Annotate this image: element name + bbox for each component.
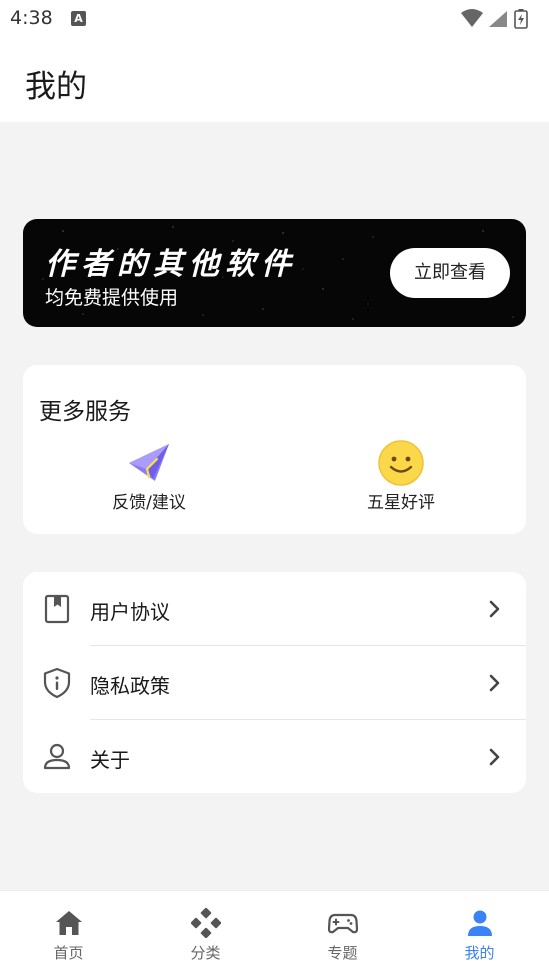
app-header: 我的 <box>0 38 549 122</box>
nav-topics[interactable]: 专题 <box>274 891 411 976</box>
user-icon <box>43 743 71 770</box>
other-apps-banner[interactable]: 作者的其他软件 均免费提供使用 立即查看 <box>23 219 526 327</box>
nav-home[interactable]: 首页 <box>0 891 137 976</box>
smiley-icon <box>378 440 424 486</box>
privacy-policy-label: 隐私政策 <box>90 674 170 698</box>
nav-mine-label: 我的 <box>464 944 495 962</box>
user-agreement-label: 用户协议 <box>90 600 170 624</box>
feedback-label: 反馈/建议 <box>112 493 186 513</box>
wifi-icon <box>461 9 483 27</box>
more-services-card: 更多服务 反馈/建议 五星好评 <box>23 365 526 534</box>
view-now-button[interactable]: 立即查看 <box>390 248 510 298</box>
battery-charging-icon <box>514 9 528 29</box>
five-star-rating-label: 五星好评 <box>367 493 435 513</box>
about-label: 关于 <box>90 748 130 772</box>
bookmark-icon <box>44 594 70 624</box>
banner-subtitle: 均免费提供使用 <box>45 287 179 309</box>
status-bar: 4:38 A <box>0 0 549 38</box>
nav-mine[interactable]: 我的 <box>411 891 548 976</box>
services-title: 更多服务 <box>39 399 131 425</box>
banner-title: 作者的其他软件 <box>45 247 297 282</box>
bottom-navigation: 首页 分类 专题 我的 <box>0 890 549 976</box>
five-star-rating-service[interactable]: 五星好评 <box>321 439 481 515</box>
nav-home-label: 首页 <box>53 944 84 962</box>
chevron-right-icon <box>489 600 500 618</box>
feedback-service[interactable]: 反馈/建议 <box>69 439 229 515</box>
nav-topics-label: 专题 <box>327 944 358 962</box>
user-agreement-row[interactable]: 用户协议 <box>23 572 526 646</box>
privacy-policy-row[interactable]: 隐私政策 <box>23 646 526 720</box>
nav-category[interactable]: 分类 <box>137 891 274 976</box>
paper-plane-icon <box>129 444 169 481</box>
about-row[interactable]: 关于 <box>23 720 526 793</box>
chevron-right-icon <box>489 674 500 692</box>
chevron-right-icon <box>489 748 500 766</box>
settings-list-card: 用户协议 隐私政策 关于 <box>23 572 526 793</box>
category-dpad-icon <box>191 908 221 938</box>
nav-category-label: 分类 <box>190 944 221 962</box>
shield-info-icon <box>43 667 71 699</box>
status-icons <box>461 8 539 30</box>
home-icon <box>56 911 82 935</box>
signal-icon <box>489 11 507 27</box>
person-icon <box>468 910 492 936</box>
notification-icon: A <box>71 11 86 26</box>
gamepad-icon <box>328 913 358 934</box>
status-time: 4:38 <box>10 7 53 29</box>
page-title: 我的 <box>25 69 87 105</box>
